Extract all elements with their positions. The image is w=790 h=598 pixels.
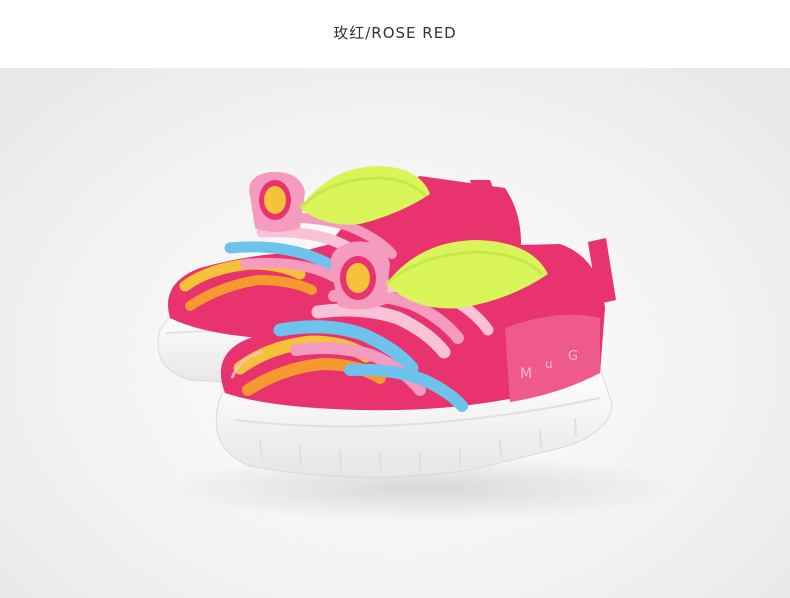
product-photo: M u G [0, 68, 790, 598]
color-caption: 玫红/ROSE RED [333, 24, 457, 42]
svg-text:G: G [568, 349, 578, 364]
sneakers-illustration: M u G [157, 166, 680, 522]
product-color-page: 玫红/ROSE RED M u G [0, 0, 790, 598]
svg-text:u: u [545, 357, 553, 371]
svg-text:M: M [520, 366, 532, 382]
